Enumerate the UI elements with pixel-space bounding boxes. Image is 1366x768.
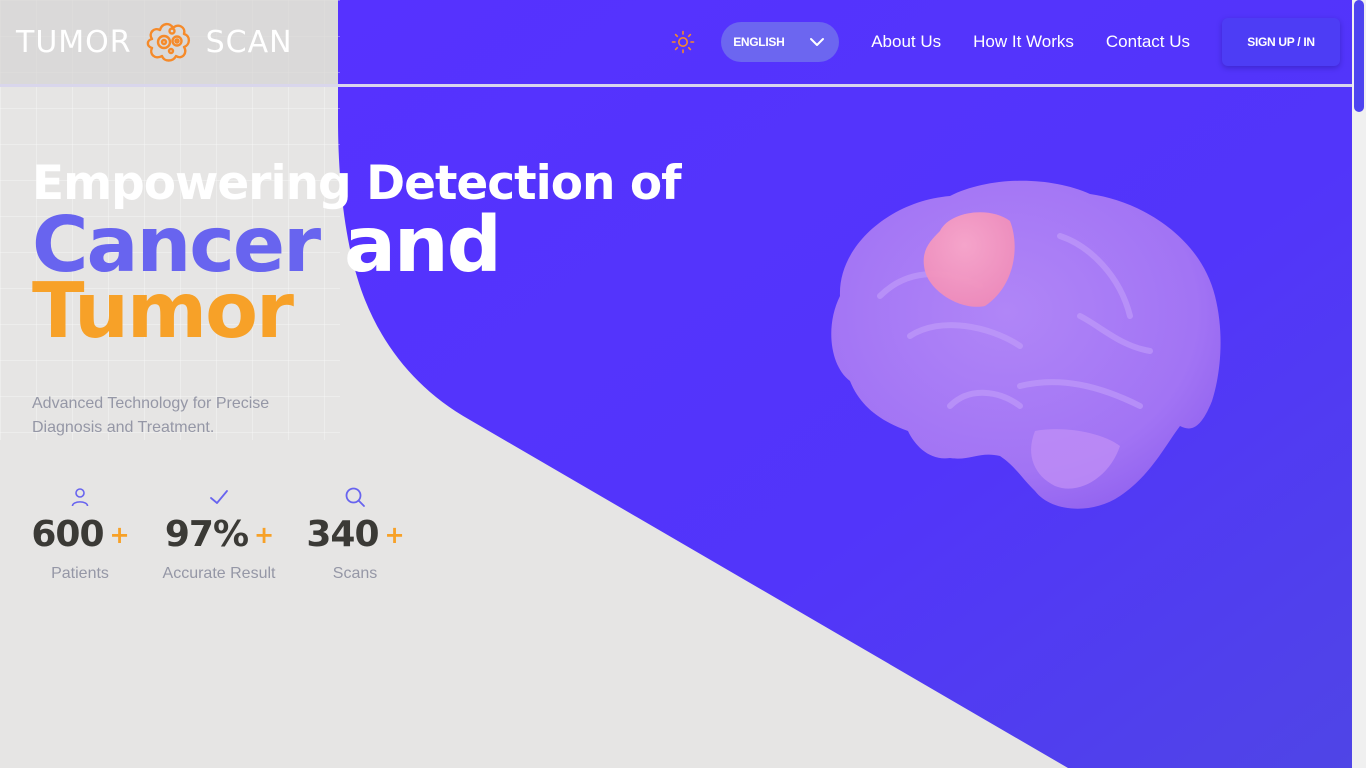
stat-patients: 600 + Patients	[24, 486, 136, 583]
brand-name-left: TUMOR	[16, 24, 132, 60]
sign-up-in-button[interactable]: SIGN UP / IN	[1222, 18, 1340, 66]
header-divider	[0, 84, 1352, 87]
check-icon	[210, 490, 228, 504]
nav-link-how-it-works[interactable]: How It Works	[973, 32, 1074, 52]
nav-link-about-us[interactable]: About Us	[871, 32, 941, 52]
hero-word-and: and	[343, 201, 502, 290]
nav-link-contact-us[interactable]: Contact Us	[1106, 32, 1190, 52]
chevron-down-icon	[810, 38, 825, 46]
page-scrollbar[interactable]	[1352, 0, 1366, 768]
stat-value: 340 +	[306, 514, 404, 555]
stat-value: 97% +	[164, 514, 274, 555]
stat-label: Accurate Result	[162, 565, 276, 582]
language-select[interactable]: ENGLISH	[721, 22, 840, 62]
brain-image	[831, 180, 1221, 509]
cell-logo-icon	[146, 22, 190, 62]
stat-label: Scans	[332, 565, 378, 582]
brand-logo[interactable]: TUMOR SCAN	[16, 18, 293, 66]
user-icon	[71, 488, 89, 507]
top-navbar: TUMOR SCAN ENGLISH About Us How It Works…	[0, 0, 1352, 87]
nav-bar: ENGLISH About Us How It Works Contact Us…	[669, 0, 1352, 84]
theme-toggle-button[interactable]	[669, 28, 697, 56]
stats-row: 600 + Patients 97% + Accurate Result 340 + …	[24, 486, 428, 583]
scrollbar-thumb[interactable]	[1354, 0, 1364, 112]
stat-label: Patients	[51, 565, 109, 582]
stat-value: 600 +	[31, 514, 129, 555]
hero-heading: Empowering Detection of Cancer and Tumor	[32, 156, 682, 350]
stat-accuracy: 97% + Accurate Result	[156, 486, 282, 583]
search-icon	[345, 487, 365, 507]
brain-3d-illustration	[820, 176, 1230, 521]
brand-name-right: SCAN	[205, 24, 293, 60]
language-selected: ENGLISH	[733, 35, 785, 49]
sun-icon	[671, 30, 695, 54]
hero-subtitle: Advanced Technology for Precise Diagnosi…	[32, 395, 270, 436]
stat-scans: 340 + Scans	[302, 486, 408, 583]
